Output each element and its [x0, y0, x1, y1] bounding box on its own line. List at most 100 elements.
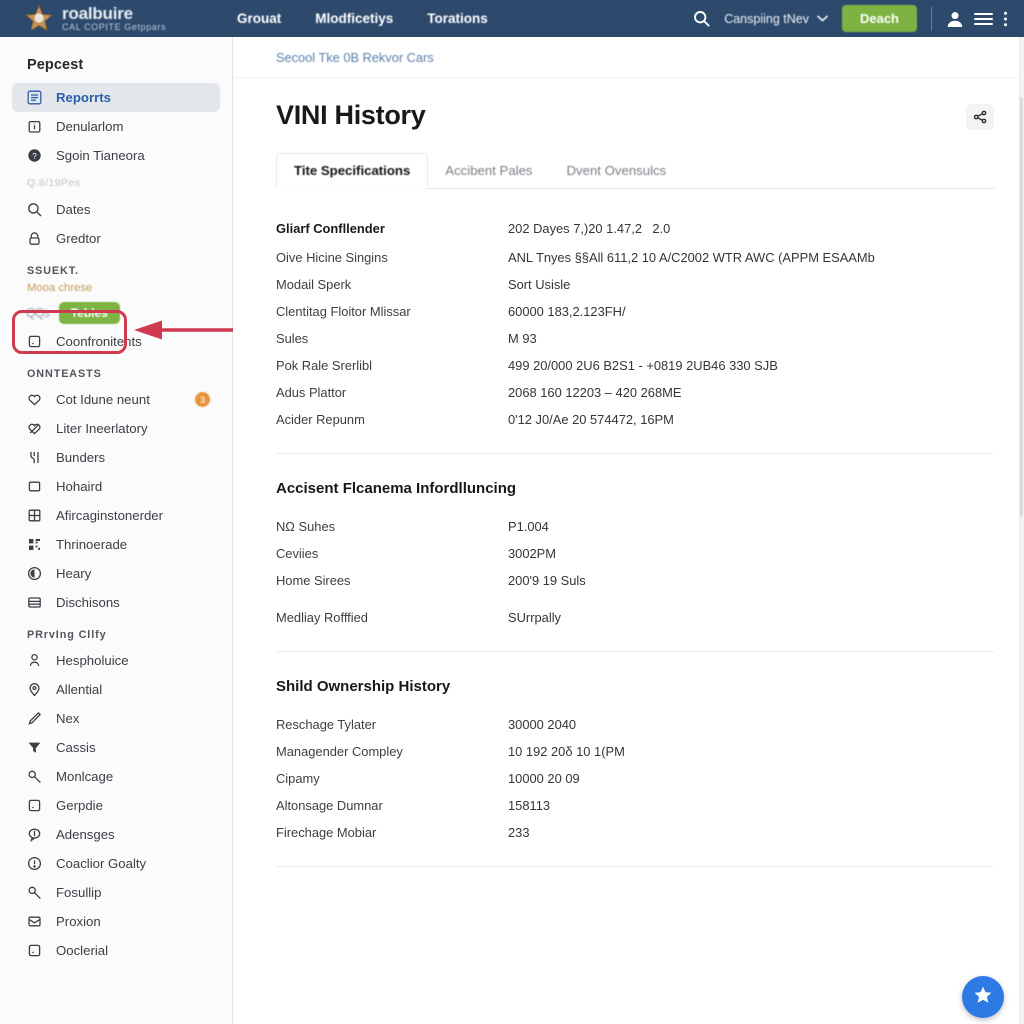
- search-icon[interactable]: [693, 10, 710, 27]
- nav-item-0[interactable]: Grouat: [237, 11, 281, 26]
- tables-badge[interactable]: Tebles: [58, 301, 120, 324]
- section-divider: [276, 866, 994, 867]
- grid-icon: [26, 507, 43, 524]
- row-key: Medliay Rofffied: [276, 610, 368, 625]
- hamburger-menu-icon[interactable]: [974, 12, 993, 26]
- brand-logo[interactable]: roalbuire CAL COPITE Getppars: [0, 4, 225, 34]
- lock-icon: [26, 230, 43, 247]
- sidebar-item-adensges[interactable]: Adensges: [12, 820, 220, 849]
- star-badge-icon: [24, 4, 54, 34]
- row-key: Reschage Tylater: [276, 717, 377, 732]
- sidebar-item-fosullip[interactable]: Fosullip: [12, 878, 220, 907]
- sidebar-item-tables[interactable]: QQs Tebles: [12, 298, 220, 327]
- map-pin-icon: [26, 681, 43, 698]
- breadcrumb[interactable]: Secool Tke 0B Rekvor Cars: [233, 37, 1024, 78]
- nav-item-2[interactable]: Torations: [427, 11, 488, 26]
- sidebar-item-label: Reporrts: [56, 90, 111, 105]
- sidebar-item-label: Coaclior Goalty: [56, 856, 147, 871]
- table-row: Gliarf Confllender 202 Dayes 7,)20 1.47,…: [276, 215, 994, 244]
- sidebar-item-thrinoerade[interactable]: Thrinoerade: [12, 530, 220, 559]
- brand-subtitle: CAL COPITE Getppars: [62, 21, 167, 32]
- sidebar-item-cassis[interactable]: Cassis: [12, 733, 220, 762]
- sidebar-item-label: Gerpdie: [56, 798, 103, 813]
- top-header-bar: roalbuire CAL COPITE Getppars Grouat Mlo…: [0, 0, 1024, 37]
- nav-item-1[interactable]: Mlodficetiys: [315, 11, 393, 26]
- svg-text:?: ?: [32, 151, 37, 161]
- sidebar-item-cot-idune-neunt[interactable]: Cot Idune neunt 3: [12, 385, 220, 414]
- sidebar-item-hohaird[interactable]: Hohaird: [12, 472, 220, 501]
- sidebar-section-support: SSUEKT.: [27, 265, 79, 277]
- scrollbar-thumb[interactable]: [1020, 97, 1023, 517]
- row-value: 60000 183,2.123FH/: [508, 304, 626, 319]
- key-icon: [26, 768, 43, 785]
- qr-code-icon: [26, 536, 43, 553]
- info-box-icon: [26, 118, 43, 135]
- table-row: Adus Plattor 2068 160 12203 – 420 268ME: [276, 379, 994, 406]
- sidebar-item-label: Afircaginstonerder: [56, 508, 164, 523]
- sidebar-item-hespholuice[interactable]: Hespholuice: [12, 646, 220, 675]
- heart-slash-icon: [26, 420, 43, 437]
- row-value: 10000 20 09: [508, 771, 580, 786]
- header-divider: [931, 6, 932, 31]
- row-value: 499 20/000 2U6 B2S1 - +0819 2UB46 330 SJ…: [508, 358, 778, 373]
- list-report-icon: [26, 89, 43, 106]
- row-value: 233: [508, 825, 530, 840]
- sidebar-item-label: Denularlom: [56, 119, 124, 134]
- sidebar-item-gredtor[interactable]: Gredtor: [12, 224, 220, 253]
- table-row: Managender Compley 10 192 20δ 10 1(PM: [276, 738, 994, 765]
- sidebar-item-label: Proxion: [56, 914, 101, 929]
- section-accident-record: Accisent Flcanema Infordlluncing NΩ Suhe…: [276, 454, 994, 652]
- floating-action-button[interactable]: [962, 976, 1004, 1018]
- sidebar-item-dischisons[interactable]: Dischisons: [12, 588, 220, 617]
- alert-circle-icon: [26, 855, 43, 872]
- sidebar-item-afircaginstonerder[interactable]: Afircaginstonerder: [12, 501, 220, 530]
- fork-icon: [26, 449, 43, 466]
- page-scrollbar[interactable]: [1019, 37, 1024, 1024]
- table-row: Home Sirees 200'9 19 Suls: [276, 567, 994, 594]
- sidebar-section-contents: ONNTEASTS: [27, 368, 102, 380]
- sidebar-item-allential[interactable]: Allential: [12, 675, 220, 704]
- table-row: Pok Rale Srerlibl 499 20/000 2U6 B2S1 - …: [276, 352, 994, 379]
- pencil-icon: [26, 710, 43, 727]
- section-specifications: Gliarf Confllender 202 Dayes 7,)20 1.47,…: [276, 189, 994, 454]
- sidebar-item-ooclerial[interactable]: Ooclerial: [12, 936, 220, 965]
- share-icon[interactable]: [966, 104, 994, 130]
- key-icon: [26, 884, 43, 901]
- sidebar-item-coonfronitents[interactable]: Coonfronitents: [12, 327, 220, 356]
- tab-accibent-pales[interactable]: Accibent Pales: [428, 154, 549, 188]
- speech-bubble-icon: [26, 826, 43, 843]
- sidebar-item-nex[interactable]: Nex: [12, 704, 220, 733]
- sidebar-item-reports[interactable]: Reporrts: [12, 83, 220, 112]
- sidebar-item-label: Fosullip: [56, 885, 102, 900]
- sidebar-item-liter-ineerlatory[interactable]: Liter Ineerlatory: [12, 414, 220, 443]
- sidebar-item-coaclior-goalty[interactable]: Coaclior Goalty: [12, 849, 220, 878]
- content-tabs: Tite Specifications Accibent Pales Dvent…: [276, 153, 994, 189]
- sidebar-item-sgoin-tianeora[interactable]: ? Sgoin Tianeora: [12, 141, 220, 170]
- tab-dvent-ovensulcs[interactable]: Dvent Ovensulcs: [550, 154, 684, 188]
- sidebar-item-gerpdie[interactable]: Gerpdie: [12, 791, 220, 820]
- sidebar-item-proxion[interactable]: Proxion: [12, 907, 220, 936]
- star-icon: [973, 985, 993, 1010]
- primary-cta-button[interactable]: Deach: [841, 5, 917, 32]
- sidebar-item-label: Cot Idune neunt: [56, 392, 150, 407]
- sidebar-item-label: Ooclerial: [56, 943, 109, 958]
- sidebar-item-label: Adensges: [56, 827, 115, 842]
- sidebar-item-denularlom[interactable]: Denularlom: [12, 112, 220, 141]
- sidebar-item-monlcage[interactable]: Monlcage: [12, 762, 220, 791]
- language-selector[interactable]: Canspiing tNev: [724, 12, 828, 26]
- table-row: NΩ Suhes P1.004: [276, 513, 994, 540]
- sidebar-item-label: Hohaird: [56, 479, 103, 494]
- user-icon[interactable]: [946, 10, 964, 28]
- status-badge: 3: [195, 392, 210, 407]
- row-key: Ceviies: [276, 546, 319, 561]
- sidebar-section-support-sub: Mooa chrese: [27, 282, 93, 294]
- sidebar-item-dates[interactable]: Dates: [12, 195, 220, 224]
- row-key: Home Sirees: [276, 573, 351, 588]
- inbox-icon: [26, 913, 43, 930]
- sidebar-item-bunders[interactable]: Bunders: [12, 443, 220, 472]
- sidebar-item-heary[interactable]: Heary: [12, 559, 220, 588]
- row-key: Altonsage Dumnar: [276, 798, 383, 813]
- tab-tite-specifications[interactable]: Tite Specifications: [276, 153, 429, 189]
- sidebar-item-label: Monlcage: [56, 769, 114, 784]
- kebab-menu-icon[interactable]: [1003, 11, 1008, 27]
